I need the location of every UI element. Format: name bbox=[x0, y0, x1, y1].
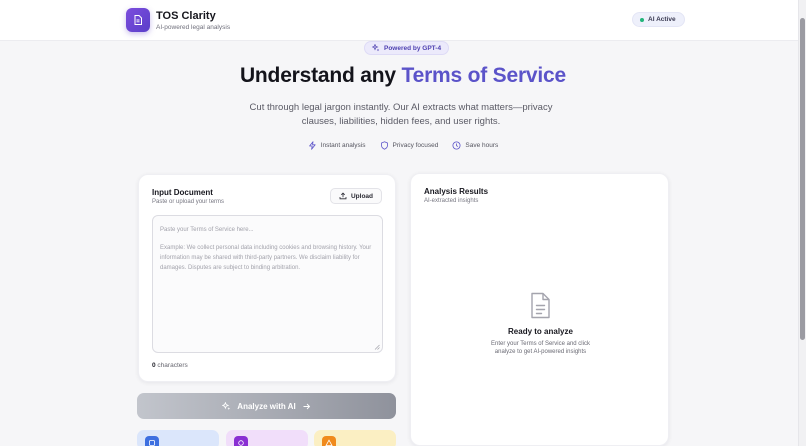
page-scrollbar[interactable] bbox=[798, 0, 806, 446]
upload-icon bbox=[339, 192, 347, 200]
feature-instant: Instant analysis bbox=[308, 141, 366, 150]
hero-title-prefix: Understand any bbox=[239, 64, 402, 87]
input-document-card: Input Document Paste or upload your term… bbox=[138, 174, 396, 382]
lightning-icon bbox=[308, 141, 316, 150]
resize-grip-icon[interactable] bbox=[374, 344, 380, 350]
input-card-title: Input Document bbox=[152, 188, 213, 197]
character-count: 0 characters bbox=[152, 362, 188, 369]
results-card-subtitle: AI-extracted insights bbox=[424, 198, 479, 204]
sparkles-icon bbox=[372, 44, 380, 52]
clock-icon bbox=[452, 141, 461, 150]
powered-by-badge: Powered by GPT-4 bbox=[364, 41, 450, 55]
shield-icon bbox=[380, 141, 388, 150]
ai-status-label: AI Active bbox=[648, 16, 676, 23]
app-name: TOS Clarity bbox=[156, 10, 216, 22]
document-icon bbox=[134, 15, 142, 25]
upload-button[interactable]: Upload bbox=[329, 188, 382, 204]
hero-title: Understand any Terms of Service bbox=[0, 64, 806, 88]
analyze-button-label: Analyze with AI bbox=[237, 401, 296, 411]
empty-state-description: Enter your Terms of Service and click an… bbox=[491, 341, 590, 355]
ai-status-badge: AI Active bbox=[632, 12, 685, 27]
analyze-with-ai-button[interactable]: Analyze with AI bbox=[137, 393, 396, 419]
feature-card-yellow bbox=[314, 430, 396, 446]
feature-label: Instant analysis bbox=[320, 142, 366, 149]
feature-label: Save hours bbox=[465, 142, 499, 149]
app-header: TOS Clarity AI-powered legal analysis AI… bbox=[0, 0, 798, 41]
info-icon bbox=[145, 436, 159, 446]
alert-icon bbox=[322, 436, 336, 446]
file-text-icon bbox=[531, 292, 550, 319]
hero-title-accent: Terms of Service bbox=[401, 64, 567, 87]
eye-icon bbox=[234, 436, 248, 446]
results-card-title: Analysis Results bbox=[424, 187, 489, 196]
feature-save-hours: Save hours bbox=[452, 141, 498, 150]
character-count-label: characters bbox=[155, 362, 188, 369]
status-dot-icon bbox=[640, 17, 644, 22]
arrow-right-icon bbox=[303, 403, 310, 409]
feature-label: Privacy focused bbox=[392, 142, 439, 149]
feature-card-purple bbox=[226, 430, 308, 446]
sparkles-icon bbox=[222, 401, 231, 410]
scrollbar-thumb[interactable] bbox=[800, 18, 805, 340]
feature-list: Instant analysis Privacy focused Save ho… bbox=[0, 141, 806, 150]
powered-by-label: Powered by GPT-4 bbox=[384, 44, 442, 52]
feature-card-blue bbox=[137, 430, 219, 446]
app-logo[interactable] bbox=[126, 8, 150, 32]
app-tagline: AI-powered legal analysis bbox=[156, 24, 231, 31]
feature-privacy: Privacy focused bbox=[380, 141, 439, 150]
input-card-subtitle: Paste or upload your terms bbox=[152, 199, 225, 205]
upload-label: Upload bbox=[350, 192, 373, 200]
textarea-placeholder: Paste your Terms of Service here... bbox=[160, 227, 254, 233]
hero-description: Cut through legal jargon instantly. Our … bbox=[249, 102, 553, 127]
terms-textarea[interactable]: Paste your Terms of Service here... Exam… bbox=[152, 215, 383, 353]
analysis-results-card: Analysis Results AI-extracted insights R… bbox=[410, 173, 669, 446]
textarea-placeholder-example: Example: We collect personal data includ… bbox=[160, 245, 372, 271]
empty-state-title: Ready to analyze bbox=[508, 327, 573, 336]
